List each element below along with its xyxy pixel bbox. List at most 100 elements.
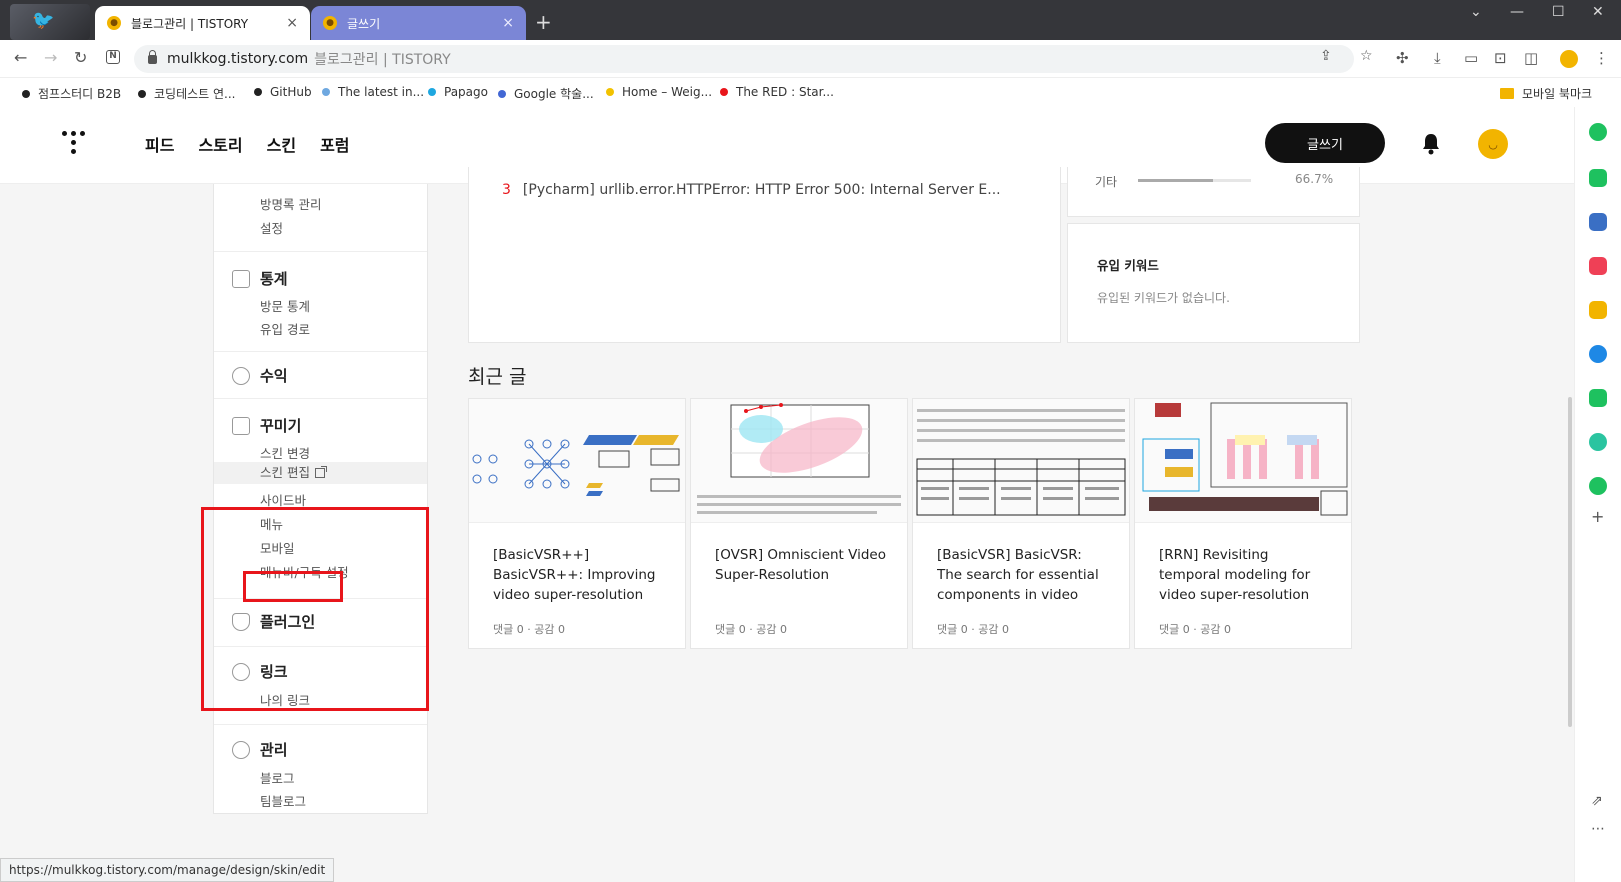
menu-kebab-icon[interactable]: ⋮ — [1594, 49, 1609, 67]
chat-icon[interactable] — [1589, 169, 1607, 187]
bell-icon[interactable] — [1421, 132, 1441, 156]
bird-icon: 🐦 — [32, 10, 55, 31]
bookmark-favicon-icon — [138, 89, 146, 98]
tab-title: 글쓰기 — [347, 16, 381, 31]
popular-post-item[interactable]: 3 [Pycharm] urllib.error.HTTPError: HTTP … — [502, 182, 1001, 198]
toolbar: ← → ↻ N mulkkog.tistory.com 블로그관리 | TIST… — [0, 40, 1621, 78]
bookmark-item[interactable]: The RED : Star... — [720, 85, 834, 99]
game-icon[interactable] — [1589, 477, 1607, 495]
cast-icon[interactable]: ▭ — [1464, 49, 1478, 67]
open-external-icon[interactable]: ⇗ — [1591, 793, 1603, 809]
page-scrollbar[interactable] — [1568, 397, 1572, 727]
new-tab-button[interactable]: + — [535, 10, 552, 34]
star-icon[interactable] — [1589, 301, 1607, 319]
post-card[interactable]: [OVSR] Omniscient Video Super-Resolution… — [690, 398, 908, 649]
post-thumbnail — [469, 399, 685, 523]
papago-icon — [428, 88, 436, 96]
briefcase-icon[interactable] — [1589, 213, 1607, 231]
tab-close-icon[interactable]: × — [502, 15, 514, 31]
sidebar-item-settings[interactable]: 설정 — [260, 218, 283, 237]
more-icon[interactable]: ⋯ — [1591, 821, 1605, 837]
green-circle-icon[interactable] — [1589, 123, 1607, 141]
tab-blog-manage[interactable]: ● 블로그관리 | TISTORY × — [95, 6, 310, 40]
stat-bar — [1138, 179, 1251, 182]
download-icon[interactable]: ⤓ — [1434, 49, 1441, 67]
tistory-logo-icon[interactable] — [62, 131, 86, 155]
bookmark-favicon-icon — [720, 88, 728, 96]
tab-close-icon[interactable]: × — [286, 15, 298, 31]
sidebar-item-skin-edit[interactable]: 스킨 편집 — [214, 462, 427, 484]
post-card[interactable]: [BasicVSR] BasicVSR: The search for esse… — [912, 398, 1130, 649]
gnb-feed[interactable]: 피드 — [145, 132, 174, 156]
sidebar-section-manage: 관리 블로그 팀블로그 — [214, 725, 427, 814]
share-icon[interactable]: ⇪ — [1320, 48, 1332, 64]
bookmark-star-icon[interactable]: ☆ — [1360, 48, 1373, 64]
write-button[interactable]: 글쓰기 — [1265, 123, 1385, 163]
sidebar-title-manage[interactable]: 관리 — [260, 739, 288, 760]
gnb-skin[interactable]: 스킨 — [267, 132, 296, 156]
play-icon[interactable] — [1589, 433, 1607, 451]
post-meta: 댓글 0 · 공감 0 — [937, 623, 1009, 636]
edge-icon[interactable] — [1589, 345, 1607, 363]
post-meta: 댓글 0 · 공감 0 — [493, 623, 565, 636]
highlight-box-skin-edit — [243, 571, 343, 602]
profile-avatar[interactable] — [1560, 50, 1578, 68]
bookmark-item[interactable]: 점프스터디 B2B — [22, 85, 121, 102]
forward-icon[interactable]: → — [44, 48, 57, 67]
bookmark-item[interactable]: Home – Weig... — [606, 85, 712, 99]
bookmark-item[interactable]: The latest in... — [322, 85, 424, 99]
side-panel-icon[interactable]: ◫ — [1524, 49, 1538, 67]
lock-icon[interactable] — [148, 49, 157, 64]
bar-chart-icon — [232, 270, 250, 288]
pocket-icon[interactable] — [1589, 257, 1607, 275]
bookmark-folder-mobile[interactable]: 모바일 북마크 — [1500, 85, 1592, 102]
sidebar-item-blog[interactable]: 블로그 — [260, 768, 295, 787]
external-link-icon — [314, 466, 327, 478]
browser-tab-strip: 🐦 ● 블로그관리 | TISTORY × ● 글쓰기 × + ⌄ — ☐ ✕ — [0, 0, 1621, 40]
tab-title: 블로그관리 | TISTORY — [131, 16, 249, 31]
sidebar-item-skin-change[interactable]: 스킨 변경 — [260, 443, 310, 462]
page-viewport: 피드 스토리 스킨 포럼 글쓰기 ◡ 방명록 관리 설정 통계 방문 통계 유입… — [0, 107, 1574, 882]
post-meta: 댓글 0 · 공감 0 — [715, 623, 787, 636]
address-bar[interactable]: mulkkog.tistory.com 블로그관리 | TISTORY — [134, 45, 1354, 73]
status-url-bar: https://mulkkog.tistory.com/manage/desig… — [0, 858, 335, 882]
tab-search-icon[interactable]: ⌄ — [1470, 4, 1482, 20]
gear-icon — [232, 741, 250, 759]
window-close-icon[interactable]: ✕ — [1592, 4, 1604, 20]
bookmark-item[interactable]: Papago — [428, 85, 488, 99]
tistory-favicon-icon: ● — [323, 16, 337, 30]
google-scholar-icon — [498, 89, 506, 98]
bookmark-item[interactable]: 코딩테스트 연... — [138, 85, 236, 102]
layout-icon — [232, 417, 250, 435]
window-corner-graphic: 🐦 — [10, 4, 90, 40]
post-title: [BasicVSR++] BasicVSR++: Improving video… — [493, 547, 656, 603]
tab-write[interactable]: ● 글쓰기 × — [311, 6, 526, 40]
extensions-icon[interactable]: ✣ — [1396, 49, 1409, 67]
gnb-forum[interactable]: 포럼 — [320, 132, 349, 156]
gnb-story[interactable]: 스토리 — [198, 132, 242, 156]
highlight-box-decorate — [201, 507, 429, 711]
sidebar-title-stats[interactable]: 통계 — [260, 268, 288, 289]
sidebar-item-visit-stats[interactable]: 방문 통계 — [260, 296, 310, 315]
extension-n-icon[interactable]: N — [106, 50, 120, 64]
post-title: [RRN] Revisiting temporal modeling for v… — [1159, 547, 1311, 603]
back-icon[interactable]: ← — [14, 48, 27, 67]
sidebar-title-revenue[interactable]: 수익 — [260, 365, 288, 386]
minimize-icon[interactable]: — — [1510, 4, 1524, 20]
sidebar-item-guestbook[interactable]: 방명록 관리 — [260, 194, 321, 213]
user-avatar[interactable]: ◡ — [1478, 129, 1508, 159]
sidebar-item-team-blog[interactable]: 팀블로그 — [260, 791, 306, 810]
keywords-title: 유입 키워드 — [1097, 258, 1159, 273]
post-card[interactable]: [BasicVSR++] BasicVSR++: Improving video… — [468, 398, 686, 649]
sidebar-title-decorate[interactable]: 꾸미기 — [260, 415, 301, 436]
sidebar-item-inflow[interactable]: 유입 경로 — [260, 319, 310, 338]
reload-icon[interactable]: ↻ — [74, 48, 87, 67]
post-card[interactable]: [RRN] Revisiting temporal modeling for v… — [1134, 398, 1352, 649]
bookmark-item[interactable]: GitHub — [254, 85, 312, 99]
square-green-icon[interactable] — [1589, 389, 1607, 407]
screenshot-icon[interactable]: ⊡ — [1494, 49, 1507, 67]
add-icon[interactable]: + — [1591, 507, 1604, 526]
bookmark-item[interactable]: Google 학술... — [498, 85, 594, 102]
post-meta: 댓글 0 · 공감 0 — [1159, 623, 1231, 636]
maximize-icon[interactable]: ☐ — [1552, 4, 1565, 20]
